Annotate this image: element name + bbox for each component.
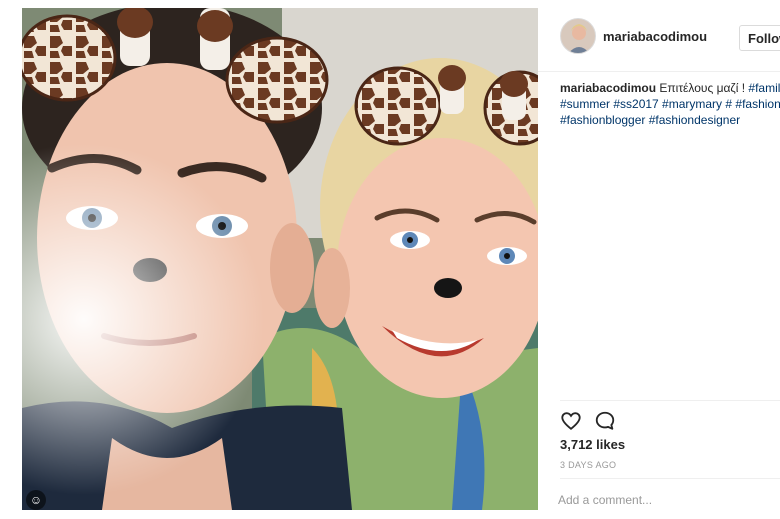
actions-divider xyxy=(560,400,780,401)
post-header: mariabacodimou Follow xyxy=(538,0,780,72)
selfie-image xyxy=(22,8,538,510)
caption-hashtags-1[interactable]: #family xyxy=(748,81,780,95)
caption-hashtags-3[interactable]: #fashionblogger #fashiondesigner xyxy=(560,112,780,128)
caption-username[interactable]: mariabacodimou xyxy=(560,81,656,95)
add-comment-input[interactable] xyxy=(558,487,778,513)
heart-icon[interactable] xyxy=(560,410,582,432)
follow-button[interactable]: Follow xyxy=(739,25,780,51)
header-username[interactable]: mariabacodimou xyxy=(603,29,707,44)
comment-bubble-icon[interactable] xyxy=(594,410,616,432)
post-photo[interactable]: ☺ xyxy=(22,8,538,510)
post-timestamp[interactable]: 3 DAYS AGO xyxy=(560,460,616,470)
comment-divider xyxy=(560,478,780,479)
caption-hashtags-2[interactable]: #summer #ss2017 #marymary # #fashion xyxy=(560,96,780,112)
post-caption: mariabacodimou Επιτέλους μαζί ! #family … xyxy=(560,80,780,128)
user-tag-icon[interactable]: ☺ xyxy=(26,490,46,510)
avatar[interactable] xyxy=(560,18,596,54)
caption-line-1: mariabacodimou Επιτέλους μαζί ! #family xyxy=(560,80,780,96)
likes-count[interactable]: 3,712 likes xyxy=(560,437,625,452)
caption-text: Επιτέλους μαζί ! xyxy=(656,81,749,95)
